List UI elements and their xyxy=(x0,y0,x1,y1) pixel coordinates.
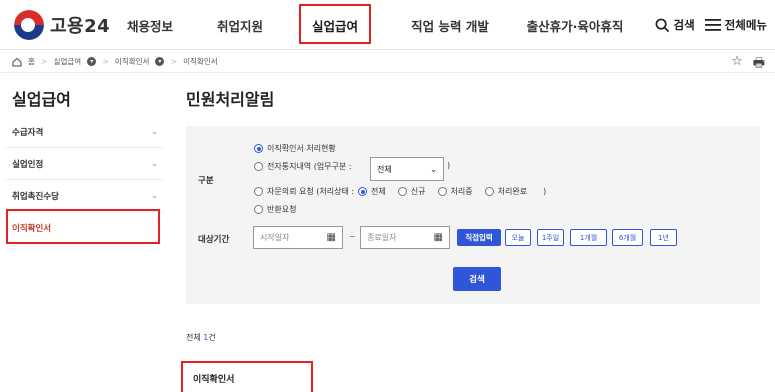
start-date-placeholder: 시작일자 xyxy=(260,233,290,242)
business-type-select[interactable]: 전체 ⌄ xyxy=(370,157,444,181)
option-close-paren: ) xyxy=(447,161,451,170)
status-progress-label: 처리중 xyxy=(450,187,473,196)
status-all-label: 전체 xyxy=(371,187,386,196)
calendar-icon[interactable]: ▦ xyxy=(434,232,443,243)
end-date-placeholder: 종료일자 xyxy=(367,233,397,242)
status-done-label: 처리완료 xyxy=(497,187,528,196)
option-close-paren: ) xyxy=(543,187,547,196)
option-label: 전자통지내역 (업무구분 : xyxy=(267,162,352,171)
option-label: 이직확인서 처리현황 xyxy=(267,144,336,153)
breadcrumb-separator-icon: > xyxy=(170,57,178,66)
radio-checked-icon xyxy=(254,144,263,153)
quick-today-button[interactable]: 오늘 xyxy=(505,229,531,246)
logo-text: 고용24 xyxy=(50,16,111,37)
sidebar-item-recognition[interactable]: 실업인정 ⌄ xyxy=(6,148,164,180)
search-icon xyxy=(655,18,669,32)
option-electronic-notice[interactable]: 전자통지내역 (업무구분 : xyxy=(254,161,352,172)
nav-item-parental-leave[interactable]: 출산휴가·육아휴직 xyxy=(520,0,630,50)
period-label: 대상기간 xyxy=(198,235,230,245)
sidebar-item-label: 취업촉진수당 xyxy=(12,191,59,202)
breadcrumb-separator-icon: > xyxy=(102,57,109,66)
sidebar-item-label: 실업인정 xyxy=(12,159,44,170)
quick-1year-button[interactable]: 1년 xyxy=(650,229,677,246)
radio-icon[interactable] xyxy=(484,187,494,196)
hamburger-icon xyxy=(704,19,721,31)
print-icon[interactable]: 🖶 xyxy=(753,54,765,76)
breadcrumb: 홈 > 실업급여 ▾ > 이직확인서 ▾ > 이직확인서 ☆ 🖶 xyxy=(0,51,775,73)
option-processing-status[interactable]: 이직확인서 처리현황 xyxy=(254,143,336,154)
calendar-icon[interactable]: ▦ xyxy=(327,232,336,243)
quick-1week-button[interactable]: 1주일 xyxy=(537,229,564,246)
page-title: 민원처리알림 xyxy=(186,90,275,109)
radio-icon[interactable] xyxy=(397,187,407,196)
result-card-separation-certificate[interactable]: 이직확인서 xyxy=(181,361,313,392)
total-suffix: 건 xyxy=(208,333,216,342)
nav-item-skill-development[interactable]: 직업 능력 개발 xyxy=(400,0,500,50)
breadcrumb-separator-icon: > xyxy=(40,57,48,66)
breadcrumb-level-1[interactable]: 실업급여 xyxy=(54,56,82,67)
sidebar-item-label: 수급자격 xyxy=(12,127,44,138)
radio-icon[interactable] xyxy=(437,187,447,196)
result-card-title: 이직확인서 xyxy=(193,375,235,385)
type-label: 구분 xyxy=(198,176,214,186)
breadcrumb-level-2[interactable]: 이직확인서 xyxy=(115,56,150,67)
total-prefix: 전체 xyxy=(186,333,201,342)
breadcrumb-dropdown-icon[interactable]: ▾ xyxy=(87,57,97,66)
quick-1month-button[interactable]: 1개월 xyxy=(570,229,607,246)
chevron-down-icon: ⌄ xyxy=(151,127,158,136)
radio-icon xyxy=(254,205,263,214)
chevron-down-icon: ⌄ xyxy=(151,159,158,168)
site-logo[interactable]: 고용24 xyxy=(14,10,110,40)
radio-icon xyxy=(254,162,263,171)
search-submit-button[interactable]: 검색 xyxy=(453,267,501,291)
option-consultation-request[interactable]: 자문의뢰 요청 (처리상태 : 전체 신규 처리중 처리완료 ) xyxy=(254,186,546,197)
chevron-down-icon: ⌄ xyxy=(430,164,437,174)
menu-label: 전체메뉴 xyxy=(724,18,767,32)
radio-checked-icon[interactable] xyxy=(358,187,368,196)
status-new-label: 신규 xyxy=(410,187,426,196)
all-menu-button[interactable]: 전체메뉴 xyxy=(704,17,767,33)
result-count: 전체 1건 xyxy=(186,332,216,343)
option-label: 반환요청 xyxy=(267,205,297,214)
breadcrumb-home[interactable]: 홈 xyxy=(28,56,35,67)
star-icon[interactable]: ☆ xyxy=(731,54,743,76)
breadcrumb-dropdown-icon[interactable]: ▾ xyxy=(155,57,165,66)
radio-icon xyxy=(254,187,263,196)
quick-6month-button[interactable]: 6개월 xyxy=(612,229,643,246)
taegeuk-logo-icon xyxy=(14,10,44,40)
site-header: 고용24 채용정보 취업지원 실업급여 직업 능력 개발 출산휴가·육아휴직 검… xyxy=(0,0,775,50)
sidebar-title: 실업급여 xyxy=(12,90,71,109)
search-label: 검색 xyxy=(673,18,695,32)
chevron-down-icon: ⌄ xyxy=(151,191,158,200)
option-label: 자문의뢰 요청 (처리상태 : xyxy=(267,187,355,196)
highlight-box-nav xyxy=(299,4,371,44)
highlight-box-sidebar xyxy=(6,209,160,244)
nav-item-employment-support[interactable]: 취업지원 xyxy=(210,0,270,50)
search-button[interactable]: 검색 xyxy=(655,17,695,33)
nav-item-jobs[interactable]: 채용정보 xyxy=(120,0,180,50)
sidebar-item-eligibility[interactable]: 수급자격 ⌄ xyxy=(6,116,164,148)
sidebar-item-promotion-allowance[interactable]: 취업촉진수당 ⌄ xyxy=(6,180,164,212)
select-value: 전체 xyxy=(377,164,392,174)
home-icon xyxy=(12,57,22,66)
direct-input-button[interactable]: 직접입력 xyxy=(457,229,501,246)
option-return-request[interactable]: 반환요청 xyxy=(254,204,296,215)
breadcrumb-current: 이직확인서 xyxy=(183,57,218,66)
start-date-input[interactable]: 시작일자 ▦ xyxy=(253,226,343,249)
date-range-separator: ~ xyxy=(349,232,356,241)
end-date-input[interactable]: 종료일자 ▦ xyxy=(360,226,450,249)
